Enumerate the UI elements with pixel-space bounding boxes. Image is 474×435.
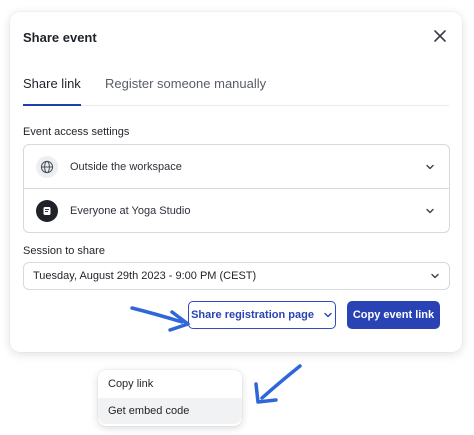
chevron-down-icon: [426, 208, 434, 214]
share-registration-page-button[interactable]: Share registration page: [188, 301, 336, 329]
session-select[interactable]: Tuesday, August 29th 2023 - 9:00 PM (CES…: [23, 262, 450, 290]
access-row-label: Everyone at Yoga Studio: [70, 205, 191, 217]
menu-item-copy-link[interactable]: Copy link: [98, 371, 242, 397]
share-options-menu: Copy link Get embed code: [98, 370, 242, 426]
dialog-title: Share event: [23, 30, 97, 45]
session-label: Session to share: [23, 245, 105, 257]
tab-register-manually[interactable]: Register someone manually: [105, 76, 266, 106]
studio-logo-icon: [36, 200, 58, 222]
share-registration-label: Share registration page: [191, 309, 314, 321]
copy-event-link-button[interactable]: Copy event link: [347, 301, 440, 329]
menu-item-get-embed-code[interactable]: Get embed code: [98, 398, 242, 424]
close-icon[interactable]: [432, 28, 448, 44]
access-row-workspace[interactable]: Outside the workspace: [24, 145, 449, 189]
session-select-value: Tuesday, August 29th 2023 - 9:00 PM (CES…: [33, 270, 257, 282]
tab-bar: Share link Register someone manually: [23, 76, 449, 106]
tab-share-link[interactable]: Share link: [23, 76, 81, 106]
chevron-down-icon: [431, 273, 439, 279]
pointer-arrow-icon: [130, 306, 190, 332]
access-row-label: Outside the workspace: [70, 160, 182, 173]
chevron-down-icon: [324, 312, 332, 318]
access-settings-box: Outside the workspace Everyone at Yoga S…: [23, 144, 450, 233]
access-row-members[interactable]: Everyone at Yoga Studio: [24, 189, 449, 233]
globe-icon: [36, 155, 58, 178]
chevron-down-icon: [426, 164, 434, 169]
access-settings-label: Event access settings: [23, 126, 130, 138]
pointer-arrow-icon: [254, 364, 302, 404]
